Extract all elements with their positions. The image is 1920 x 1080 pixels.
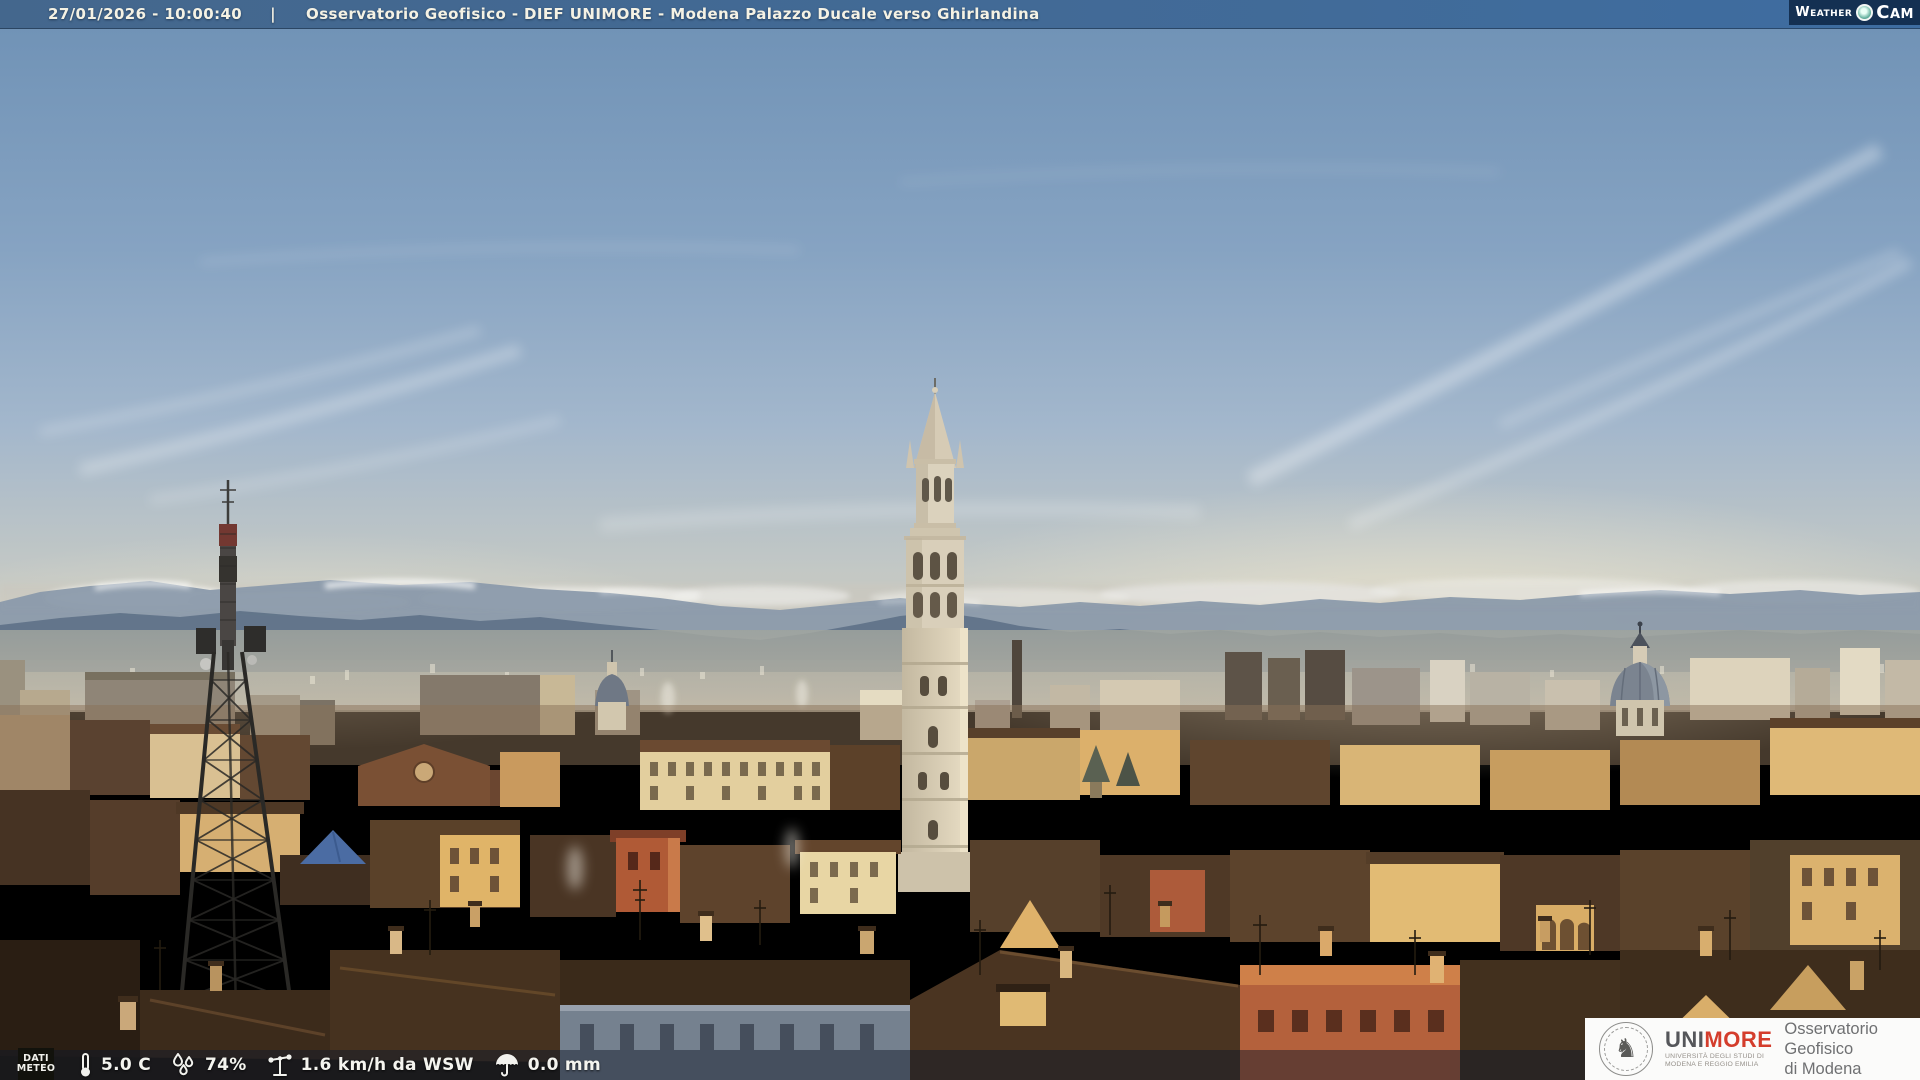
webcam-photo-modena-skyline bbox=[0, 0, 1920, 1080]
anemometer-icon bbox=[267, 1052, 293, 1078]
unimore-seal-icon: ♞ bbox=[1599, 1022, 1653, 1076]
rain-value: 0.0 mm bbox=[527, 1055, 601, 1075]
brand-uni: UNI bbox=[1665, 1027, 1705, 1052]
unimore-brand: UNIMORE UNIVERSITÀ DEGLI STUDI DI MODENA… bbox=[1665, 1027, 1773, 1068]
brand-more: MORE bbox=[1704, 1027, 1773, 1052]
ghirlandina-tower bbox=[898, 378, 972, 892]
brand-subtitle-2: MODENA E REGGIO EMILIA bbox=[1665, 1060, 1759, 1068]
weathercam-word1: Weather bbox=[1795, 5, 1853, 20]
weathercam-logo[interactable]: Weather Cam bbox=[1789, 0, 1920, 25]
temperature-reading: 5.0 C bbox=[78, 1052, 151, 1078]
humidity-drops-icon bbox=[171, 1053, 197, 1077]
unimore-panel[interactable]: ♞ UNIMORE UNIVERSITÀ DEGLI STUDI DI MODE… bbox=[1585, 1018, 1920, 1080]
brand-subtitle-1: UNIVERSITÀ DEGLI STUDI DI bbox=[1665, 1053, 1765, 1060]
rain-reading: 0.0 mm bbox=[494, 1052, 601, 1078]
humidity-reading: 74% bbox=[171, 1053, 247, 1077]
dati-meteo-label: DATI METEO bbox=[17, 1048, 55, 1080]
temperature-value: 5.0 C bbox=[101, 1055, 152, 1075]
wind-reading: 1.6 km/h da WSW bbox=[267, 1052, 474, 1078]
humidity-value: 74% bbox=[205, 1055, 247, 1075]
thermometer-icon bbox=[78, 1052, 93, 1078]
datetime-label: 27/01/2026 - 10:00:40 bbox=[48, 5, 243, 23]
weathercam-dot-icon bbox=[1856, 4, 1874, 21]
top-info-bar: 27/01/2026 - 10:00:40 | Osservatorio Geo… bbox=[0, 0, 1920, 29]
webcam-frame: 27/01/2026 - 10:00:40 | Osservatorio Geo… bbox=[0, 0, 1920, 1080]
separator: | bbox=[270, 5, 277, 23]
meteo-readings: 5.0 C 74% 1.6 km/h da WSW 0.0 mm bbox=[78, 1050, 621, 1080]
camera-title: Osservatorio Geofisico - DIEF UNIMORE - … bbox=[306, 5, 1040, 23]
weathercam-word2: Cam bbox=[1876, 2, 1914, 23]
rain-umbrella-icon bbox=[494, 1052, 520, 1078]
observatory-name: Osservatorio Geofisico di Modena bbox=[1784, 1020, 1878, 1078]
wind-value: 1.6 km/h da WSW bbox=[300, 1055, 474, 1075]
